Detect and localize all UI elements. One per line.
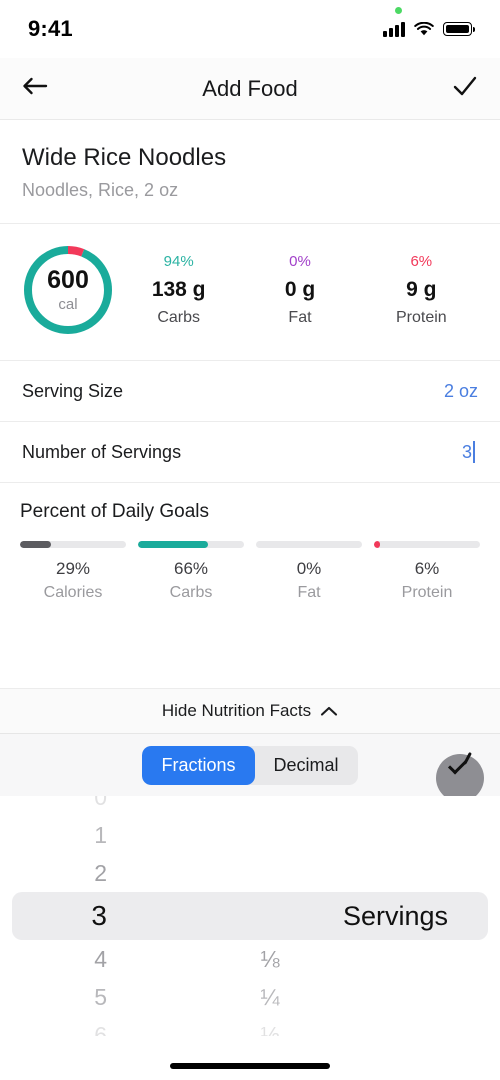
goal-progress-fill — [20, 541, 51, 548]
goal-percent: 66% — [173, 559, 209, 578]
macro-carbs: 94% 138 g Carbs — [120, 253, 237, 327]
number-of-servings-row[interactable]: Number of Servings 3 — [0, 422, 500, 482]
macro-label: Carbs — [157, 309, 200, 326]
picker-fraction-option[interactable]: ¼ — [215, 978, 325, 1016]
picker-fraction-option[interactable]: ⅛ — [215, 940, 325, 978]
calorie-value: 600 — [47, 265, 89, 294]
page-title: Add Food — [202, 75, 298, 101]
goal-percent: 29% — [55, 559, 91, 578]
navigation-bar: Add Food — [0, 58, 500, 120]
picker-column-number[interactable]: 0123456 — [0, 796, 215, 1036]
goal-progress-track — [20, 541, 126, 548]
goal-fat: 0% Fat — [256, 541, 362, 602]
daily-goals-section: Percent of Daily Goals 29% Calories 66% … — [0, 483, 500, 626]
home-indicator — [170, 1063, 330, 1069]
picker-columns: 0123456 ⅛¼⅓ Servings — [0, 796, 500, 1036]
text-cursor — [473, 441, 475, 463]
goal-percent: 6% — [414, 559, 440, 578]
confirm-button[interactable] — [452, 75, 478, 102]
servings-picker[interactable]: 0123456 ⅛¼⅓ Servings — [0, 796, 500, 1036]
picker-fraction-option[interactable]: ⅓ — [215, 1016, 325, 1037]
status-icons — [383, 21, 476, 37]
macro-value: 9 g — [406, 278, 437, 301]
goal-calories: 29% Calories — [20, 541, 126, 602]
goal-carbs: 66% Carbs — [138, 541, 244, 602]
keyboard-dismiss-icon — [447, 755, 468, 775]
picker-column-unit[interactable]: Servings — [325, 796, 500, 1036]
macro-protein: 6% 9 g Protein — [363, 253, 480, 327]
calorie-ring-label: 600 cal — [20, 242, 116, 338]
picker-number-option[interactable]: 3 — [0, 892, 215, 940]
back-button[interactable] — [22, 76, 48, 101]
macro-percent: 0% — [289, 253, 311, 270]
recording-indicator-dot — [395, 7, 402, 14]
goal-progress-track — [138, 541, 244, 548]
goal-progress-fill — [374, 541, 381, 548]
status-time: 9:41 — [28, 16, 73, 41]
keyboard-dismiss-button[interactable] — [436, 751, 484, 802]
macro-value: 0 g — [284, 278, 316, 301]
picker-number-option[interactable]: 0 — [0, 796, 215, 816]
goal-percent: 0% — [296, 559, 322, 578]
serving-size-label: Serving Size — [22, 380, 124, 401]
goal-progress-fill — [138, 541, 208, 548]
number-of-servings-input[interactable]: 3 — [462, 441, 478, 463]
goal-progress-track — [256, 541, 362, 548]
macro-percent: 94% — [163, 253, 194, 270]
macro-percent: 6% — [410, 253, 433, 270]
number-of-servings-value: 3 — [461, 442, 472, 462]
picker-number-option[interactable]: 1 — [0, 816, 215, 854]
calorie-unit: cal — [58, 295, 78, 313]
wifi-icon — [414, 21, 434, 35]
daily-goals-title: Percent of Daily Goals — [20, 501, 210, 522]
picker-number-option[interactable]: 2 — [0, 854, 215, 892]
food-name: Wide Rice Noodles — [22, 144, 227, 171]
keyboard-accessory-bar: Fractions Decimal — [0, 734, 500, 802]
fraction-decimal-segmented-control[interactable]: Fractions Decimal — [142, 745, 358, 785]
hide-nutrition-facts-label: Hide Nutrition Facts — [161, 701, 312, 720]
daily-goals-grid: 29% Calories 66% Carbs 0% Fat 6% Protein — [20, 541, 480, 602]
goal-label: Fat — [297, 584, 321, 601]
chevron-up-icon — [321, 706, 338, 716]
picker-unit-label: Servings — [343, 900, 449, 931]
goal-label: Calories — [43, 584, 103, 601]
goal-label: Carbs — [169, 584, 213, 601]
picker-column-fraction[interactable]: ⅛¼⅓ — [215, 796, 325, 1037]
segment-fractions[interactable]: Fractions — [142, 745, 255, 785]
calorie-ring: 600 cal — [20, 242, 116, 338]
macro-label: Protein — [395, 309, 447, 326]
food-subtitle: Noodles, Rice, 2 oz — [22, 180, 179, 200]
macro-fat: 0% 0 g Fat — [241, 253, 358, 327]
goal-label: Protein — [401, 584, 453, 601]
picker-number-option[interactable]: 6 — [0, 1016, 215, 1037]
back-arrow-icon — [23, 77, 48, 95]
checkmark-icon — [453, 76, 477, 96]
macro-label: Fat — [288, 309, 312, 326]
number-of-servings-label: Number of Servings — [22, 441, 182, 462]
status-bar: 9:41 — [0, 0, 500, 58]
picker-number-option[interactable]: 4 — [0, 940, 215, 978]
serving-size-value[interactable]: 2 oz — [444, 381, 478, 402]
macro-summary: 600 cal 94% 138 g Carbs 0% 0 g Fat 6% 9 … — [0, 224, 500, 360]
keyboard-dismiss-stroke-icon — [463, 751, 473, 766]
picker-number-option[interactable]: 5 — [0, 978, 215, 1016]
serving-size-row[interactable]: Serving Size 2 oz — [0, 361, 500, 421]
hide-nutrition-facts-button[interactable]: Hide Nutrition Facts — [0, 688, 500, 734]
macro-value: 138 g — [151, 278, 206, 301]
segment-decimal[interactable]: Decimal — [255, 746, 358, 785]
goal-protein: 6% Protein — [374, 541, 480, 602]
food-header: Wide Rice Noodles Noodles, Rice, 2 oz — [0, 120, 500, 223]
signal-icon — [383, 21, 405, 37]
goal-progress-track — [374, 541, 480, 548]
battery-icon — [443, 22, 476, 36]
